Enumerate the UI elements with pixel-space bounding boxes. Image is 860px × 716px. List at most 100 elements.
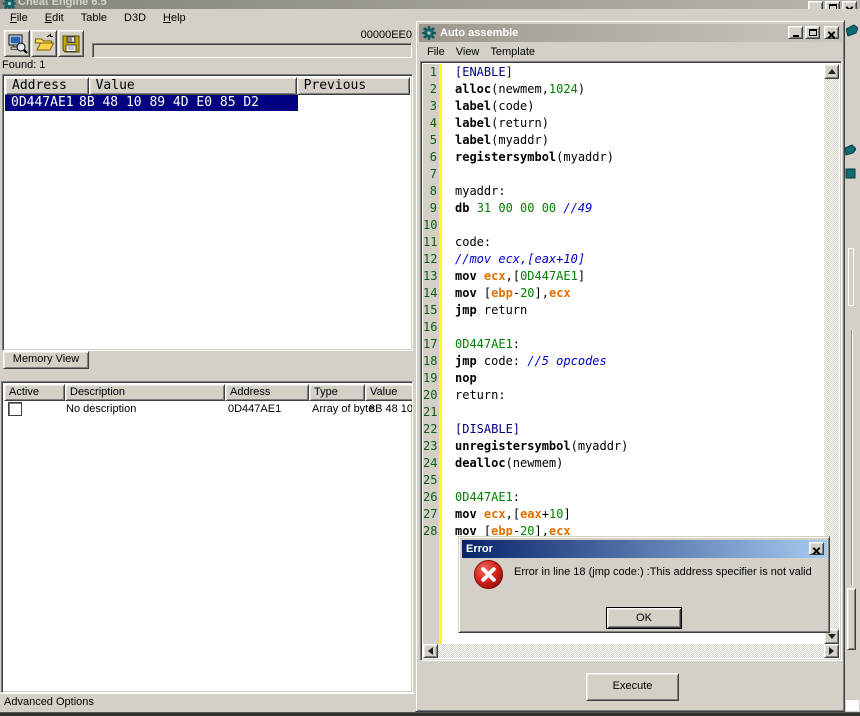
line-number-12: 12 — [423, 251, 439, 268]
column-header-type[interactable]: Type — [309, 384, 365, 401]
code-line-9: db 31 00 00 00 //49 — [442, 200, 824, 217]
menu-edit[interactable]: Edit — [42, 11, 67, 25]
code-line-25 — [442, 472, 824, 489]
code-line-21 — [442, 404, 824, 421]
column-header-description[interactable]: Description — [65, 384, 225, 401]
error-titlebar[interactable]: Error — [462, 540, 827, 558]
minimize-icon — [793, 35, 799, 37]
scrollbar-thumb-fragment[interactable] — [847, 588, 856, 650]
menu-d3d[interactable]: D3D — [121, 11, 149, 25]
column-header-value[interactable]: Value — [89, 77, 297, 95]
auto-assemble-titlebar[interactable]: Auto assemble — [419, 24, 842, 42]
aa-maximize-button[interactable] — [805, 26, 820, 39]
column-header-address[interactable]: Address — [225, 384, 309, 401]
select-process-button[interactable] — [4, 30, 30, 57]
auto-assemble-menubar: File View Template — [419, 42, 842, 61]
code-line-4: label(return) — [442, 115, 824, 132]
line-number-9: 9 — [423, 200, 439, 217]
code-line-2: alloc(newmem,1024) — [442, 81, 824, 98]
code-line-3: label(code) — [442, 98, 824, 115]
line-number-26: 26 — [423, 489, 439, 506]
ok-button[interactable]: OK — [606, 607, 682, 629]
line-number-1: 1 — [423, 64, 439, 81]
column-header-value[interactable]: Value — [365, 384, 413, 401]
scroll-right-button[interactable] — [824, 644, 839, 658]
code-line-13: mov ecx,[0D447AE1] — [442, 268, 824, 285]
line-number-6: 6 — [423, 149, 439, 166]
main-window-title: Cheat Engine 6.5 — [18, 0, 107, 8]
result-value: 8B 48 10 89 4D E0 85 D2 — [79, 95, 259, 111]
entry-description: No description — [66, 401, 136, 418]
scroll-right-icon — [829, 647, 838, 655]
cheat-table[interactable]: ActiveDescriptionAddressTypeValue No des… — [1, 381, 413, 693]
scan-result-row-selected[interactable]: 0D447AE1 8B 48 10 89 4D E0 85 D2 — [5, 95, 298, 111]
aa-close-button[interactable] — [824, 26, 839, 39]
close-icon — [827, 30, 836, 39]
close-icon — [812, 546, 821, 555]
execute-button[interactable]: Execute — [586, 673, 679, 701]
scroll-left-button[interactable] — [423, 644, 438, 658]
code-line-15: jmp return — [442, 302, 824, 319]
select-process-icon — [7, 33, 28, 54]
main-close-button[interactable] — [842, 1, 857, 9]
active-checkbox[interactable] — [8, 402, 22, 416]
code-line-1: [ENABLE] — [442, 64, 824, 81]
entry-value: 8B 48 10 — [369, 401, 413, 418]
code-line-20: return: — [442, 387, 824, 404]
line-number-14: 14 — [423, 285, 439, 302]
line-number-27: 27 — [423, 506, 439, 523]
main-minimize-button[interactable] — [808, 1, 823, 9]
cheat-table-row[interactable]: No description 0D447AE1 Array of byte 8B… — [4, 401, 410, 418]
error-close-button[interactable] — [809, 542, 824, 555]
menu-file[interactable]: File — [424, 45, 448, 59]
code-line-16 — [442, 319, 824, 336]
menu-view[interactable]: View — [453, 45, 483, 59]
error-title: Error — [466, 543, 493, 555]
menu-file[interactable]: File — [7, 11, 31, 25]
code-line-10 — [442, 217, 824, 234]
code-line-11: code: — [442, 234, 824, 251]
code-line-26: 0D447AE1: — [442, 489, 824, 506]
load-table-button[interactable] — [31, 30, 57, 57]
code-line-18: jmp code: //5 opcodes — [442, 353, 824, 370]
column-header-previous[interactable]: Previous — [297, 77, 410, 95]
save-table-button[interactable] — [58, 30, 84, 57]
editor-horizontal-scrollbar[interactable] — [423, 644, 839, 658]
menu-template[interactable]: Template — [487, 45, 538, 59]
column-header-address[interactable]: Address — [5, 77, 89, 95]
line-number-24: 24 — [423, 455, 439, 472]
address-display: 00000EE0 — [348, 29, 412, 41]
entry-type: Array of byte — [312, 401, 374, 418]
code-line-7 — [442, 166, 824, 183]
line-number-4: 4 — [423, 115, 439, 132]
code-line-14: mov [ebp-20],ecx — [442, 285, 824, 302]
line-number-21: 21 — [423, 404, 439, 421]
scan-results-table[interactable]: AddressValuePrevious 0D447AE1 8B 48 10 8… — [2, 74, 413, 351]
code-line-22: [DISABLE] — [442, 421, 824, 438]
line-number-16: 16 — [423, 319, 439, 336]
screen: Cheat Engine 6.5 File Edit Table D3D Help — [0, 0, 860, 716]
menu-table[interactable]: Table — [78, 11, 110, 25]
code-line-17: 0D447AE1: — [442, 336, 824, 353]
menu-help[interactable]: Help — [160, 11, 189, 25]
memory-view-button[interactable]: Memory View — [3, 351, 89, 369]
close-icon — [845, 5, 854, 9]
column-header-active[interactable]: Active — [4, 384, 65, 401]
ce-logo-fragment — [846, 23, 858, 42]
cheat-table-header: ActiveDescriptionAddressTypeValue — [4, 384, 413, 401]
window-edge-sliver — [846, 700, 859, 711]
error-dialog: Error Error in line 18 (jmp code:) :This… — [458, 536, 830, 633]
scroll-up-button[interactable] — [824, 64, 839, 79]
found-count-label: Found: 1 — [2, 59, 45, 71]
window-edge-fragment — [848, 248, 854, 306]
line-number-15: 15 — [423, 302, 439, 319]
main-titlebar[interactable]: Cheat Engine 6.5 — [0, 0, 860, 9]
line-number-2: 2 — [423, 81, 439, 98]
line-number-22: 22 — [423, 421, 439, 438]
aa-minimize-button[interactable] — [788, 26, 803, 39]
window-edge-groove — [851, 330, 853, 585]
desktop-icon-fragment — [845, 167, 857, 184]
main-maximize-button[interactable] — [825, 1, 840, 9]
line-number-10: 10 — [423, 217, 439, 234]
line-number-3: 3 — [423, 98, 439, 115]
